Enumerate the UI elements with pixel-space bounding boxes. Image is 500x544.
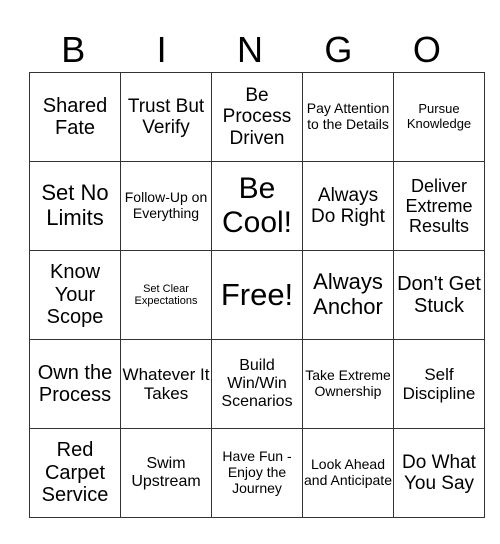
header-letter-g: G [324,29,353,70]
bingo-grid: Shared Fate Trust But Verify Be Process … [29,72,485,518]
bingo-cell[interactable]: Always Anchor [302,250,394,340]
bingo-cell[interactable]: Look Ahead and Anticipate [302,428,394,518]
grid-row: Red Carpet Service Swim Upstream Have Fu… [29,428,485,518]
bingo-cell[interactable]: Take Extreme Ownership [302,339,394,429]
bingo-cell[interactable]: Trust But Verify [120,72,212,162]
bingo-cell[interactable]: Build Win/Win Scenarios [211,339,303,429]
bingo-cell[interactable]: Self Discipline [393,339,485,429]
header-letter-n: N [237,29,264,70]
bingo-cell[interactable]: Whatever It Takes [120,339,212,429]
bingo-header: B I N G O [29,28,471,72]
bingo-cell[interactable]: Be Cool! [211,161,303,251]
bingo-cell[interactable]: Own the Process [29,339,121,429]
bingo-cell[interactable]: Swim Upstream [120,428,212,518]
grid-row: Set No Limits Follow-Up on Everything Be… [29,161,485,251]
bingo-cell[interactable]: Set No Limits [29,161,121,251]
bingo-cell[interactable]: Do What You Say [393,428,485,518]
bingo-cell[interactable]: Deliver Extreme Results [393,161,485,251]
header-letter-o: O [412,29,441,70]
header-letter-b: B [61,29,86,70]
bingo-cell[interactable]: Set Clear Expectations [120,250,212,340]
bingo-cell[interactable]: Red Carpet Service [29,428,121,518]
bingo-cell[interactable]: Pay Attention to the Details [302,72,394,162]
bingo-cell[interactable]: Always Do Right [302,161,394,251]
bingo-cell[interactable]: Shared Fate [29,72,121,162]
bingo-cell[interactable]: Follow-Up on Everything [120,161,212,251]
grid-row: Know Your Scope Set Clear Expectations F… [29,250,485,340]
bingo-cell[interactable]: Be Process Driven [211,72,303,162]
bingo-cell[interactable]: Pursue Knowledge [393,72,485,162]
grid-row: Shared Fate Trust But Verify Be Process … [29,72,485,162]
grid-row: Own the Process Whatever It Takes Build … [29,339,485,429]
bingo-cell[interactable]: Know Your Scope [29,250,121,340]
header-letter-i: I [156,29,167,70]
free-space-cell[interactable]: Free! [211,250,303,340]
bingo-cell[interactable]: Don't Get Stuck [393,250,485,340]
bingo-cell[interactable]: Have Fun - Enjoy the Journey [211,428,303,518]
